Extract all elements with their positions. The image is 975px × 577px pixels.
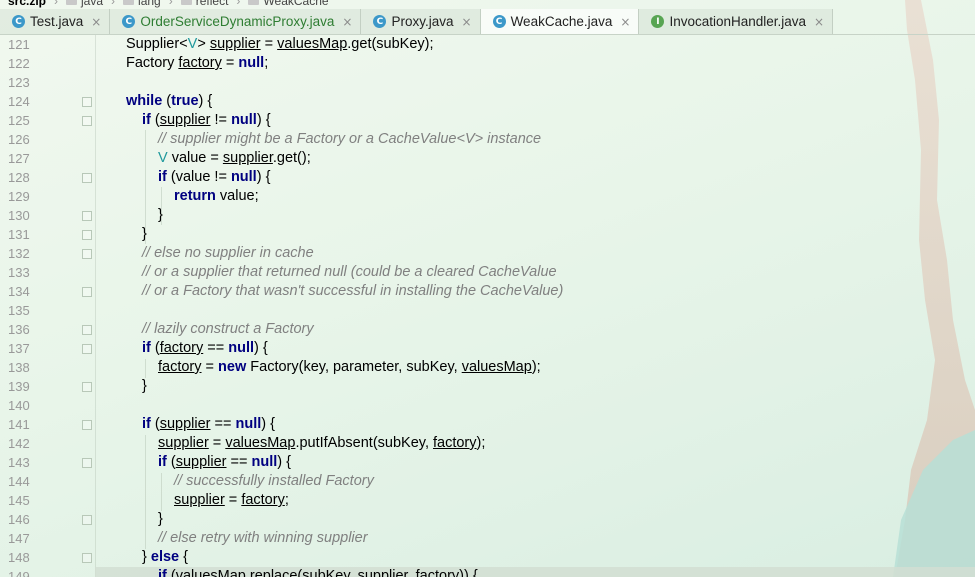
gutter-row: 123 — [0, 73, 975, 92]
folder-icon — [66, 0, 78, 5]
close-icon[interactable]: × — [814, 15, 824, 29]
tab-order-service-dynamic-proxy-java[interactable]: C OrderServiceDynamicProxy.java × — [110, 9, 362, 34]
close-icon[interactable]: × — [91, 15, 101, 29]
breadcrumb-item-reflect[interactable]: reflect — [180, 0, 228, 8]
code-text: factory = new Factory(key, parameter, su… — [158, 359, 541, 375]
breadcrumb-separator: › — [168, 0, 173, 8]
code-text: } — [142, 226, 147, 242]
code-text: } — [158, 207, 163, 223]
code-line-144: // successfully installed Factory — [0, 472, 975, 491]
code-comment: // or a supplier that returned null (cou… — [142, 264, 557, 280]
code-comment: // lazily construct a Factory — [142, 321, 314, 337]
folder-icon — [180, 0, 192, 5]
code-text: if (value != null) { — [158, 169, 271, 185]
code-text: V value = supplier.get(); — [158, 150, 311, 166]
code-line-145: supplier = factory; — [0, 491, 975, 510]
breadcrumb-separator: › — [54, 0, 59, 8]
breadcrumb-separator: › — [111, 0, 116, 8]
code-comment: // successfully installed Factory — [174, 473, 374, 489]
class-icon: C — [492, 15, 506, 28]
code-line-127: V value = supplier.get(); — [0, 149, 975, 168]
class-icon — [248, 0, 260, 5]
code-line-122: Factory factory = null; — [0, 54, 975, 73]
class-icon: C — [12, 15, 25, 28]
code-line-137: if (factory == null) { — [0, 339, 975, 358]
code-line-133: // or a supplier that returned null (cou… — [0, 263, 975, 282]
tab-label: Proxy.java — [391, 14, 454, 29]
folder-icon — [123, 0, 135, 5]
code-text: } — [158, 511, 163, 527]
breadcrumb-item-weakcache[interactable]: WeakCache — [248, 0, 329, 8]
tab-weakcache-java[interactable]: C WeakCache.java × — [480, 9, 640, 34]
gutter-row: 135 — [0, 301, 975, 320]
code-text: if (supplier == null) { — [142, 416, 275, 432]
tab-test-java[interactable]: C Test.java × — [0, 9, 111, 34]
code-text: if (supplier == null) { — [158, 454, 291, 470]
tab-label: Test.java — [30, 14, 84, 29]
code-line-130: } — [0, 206, 975, 225]
code-line-138: factory = new Factory(key, parameter, su… — [0, 358, 975, 377]
code-text: if (valuesMap.replace(subKey, supplier, … — [158, 568, 478, 577]
close-icon[interactable]: × — [462, 15, 472, 29]
code-text: } else { — [142, 549, 188, 565]
code-text: } — [142, 378, 147, 394]
code-text: supplier = factory; — [174, 492, 289, 508]
tab-invocation-handler-java[interactable]: I InvocationHandler.java × — [639, 9, 834, 34]
editor-tab-bar: C Test.java × C OrderServiceDynamicProxy… — [0, 9, 975, 35]
code-line-143: if (supplier == null) { — [0, 453, 975, 472]
tab-proxy-java[interactable]: C Proxy.java × — [361, 9, 481, 34]
code-comment: // supplier might be a Factory or a Cach… — [158, 131, 542, 147]
tab-label: OrderServiceDynamicProxy.java — [140, 14, 335, 29]
code-comment: // or a Factory that wasn't successful i… — [142, 283, 564, 299]
code-line-147: // else retry with winning supplier — [0, 529, 975, 548]
code-text: supplier = valuesMap.putIfAbsent(subKey,… — [158, 435, 486, 451]
class-icon: C — [122, 15, 136, 28]
breadcrumb-separator: › — [236, 0, 241, 8]
code-line-141: if (supplier == null) { — [0, 415, 975, 434]
code-line-125: if (supplier != null) { — [0, 111, 975, 130]
code-line-121: Supplier<V> supplier = valuesMap.get(sub… — [0, 35, 975, 54]
close-icon[interactable]: × — [620, 15, 630, 29]
code-line-128: if (value != null) { — [0, 168, 975, 187]
code-line-131: } — [0, 225, 975, 244]
code-text: Supplier<V> supplier = valuesMap.get(sub… — [126, 36, 434, 52]
breadcrumb-item-lang[interactable]: lang — [123, 0, 161, 8]
code-text: if (factory == null) { — [142, 340, 268, 356]
breadcrumb-item-root[interactable]: src.zip — [8, 0, 46, 8]
code-line-126: // supplier might be a Factory or a Cach… — [0, 130, 975, 149]
code-text: Factory factory = null; — [126, 55, 269, 71]
code-line-124: while (true) { — [0, 92, 975, 111]
code-text: while (true) { — [126, 93, 213, 109]
breadcrumb: src.zip › java › lang › reflect › WeakCa… — [0, 0, 975, 8]
close-icon[interactable]: × — [342, 15, 352, 29]
ide-window: src.zip › java › lang › reflect › WeakCa… — [0, 0, 975, 577]
code-text: return value; — [174, 188, 259, 204]
breadcrumb-item-java[interactable]: java — [66, 0, 103, 8]
code-line-129: return value; — [0, 187, 975, 206]
code-line-142: supplier = valuesMap.putIfAbsent(subKey,… — [0, 434, 975, 453]
code-editor[interactable]: 121 122 123 124 125 126 127 128 129 130 131 132 133 1… — [0, 35, 975, 577]
code-line-136: // lazily construct a Factory — [0, 320, 975, 339]
code-comment: // else no supplier in cache — [142, 245, 314, 261]
code-line-146: } — [0, 510, 975, 529]
tab-label: InvocationHandler.java — [669, 14, 807, 29]
code-comment: // else retry with winning supplier — [158, 530, 368, 546]
code-line-132: // else no supplier in cache — [0, 244, 975, 263]
code-line-148: } else { — [0, 548, 975, 567]
tab-label: WeakCache.java — [510, 14, 613, 29]
code-text: if (supplier != null) { — [142, 112, 271, 128]
class-icon: C — [373, 15, 387, 28]
gutter-row: 140 — [0, 396, 975, 415]
code-line-149-current: if (valuesMap.replace(subKey, supplier, … — [95, 567, 975, 577]
code-line-139: } — [0, 377, 975, 396]
interface-icon: I — [651, 15, 665, 28]
code-line-134: // or a Factory that wasn't successful i… — [0, 282, 975, 301]
